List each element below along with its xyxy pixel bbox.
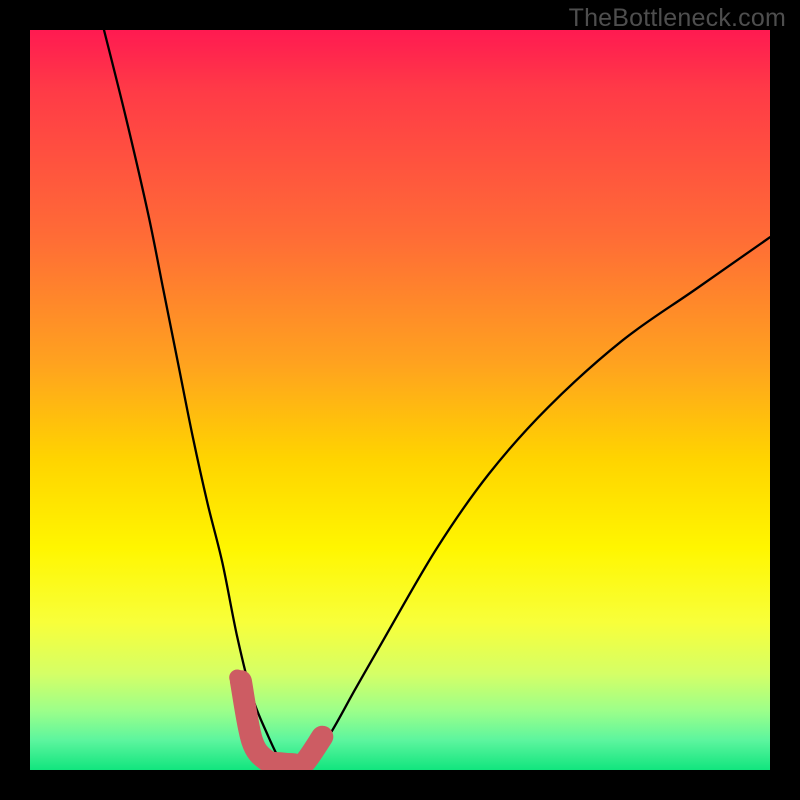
pink-dot-marker: [229, 670, 245, 686]
pink-cap-path: [241, 681, 322, 765]
plot-area: [30, 30, 770, 770]
chart-frame: TheBottleneck.com: [0, 0, 800, 800]
watermark-text: TheBottleneck.com: [569, 4, 786, 33]
curve-svg: [30, 30, 770, 770]
bottleneck-curve-path: [104, 30, 770, 767]
